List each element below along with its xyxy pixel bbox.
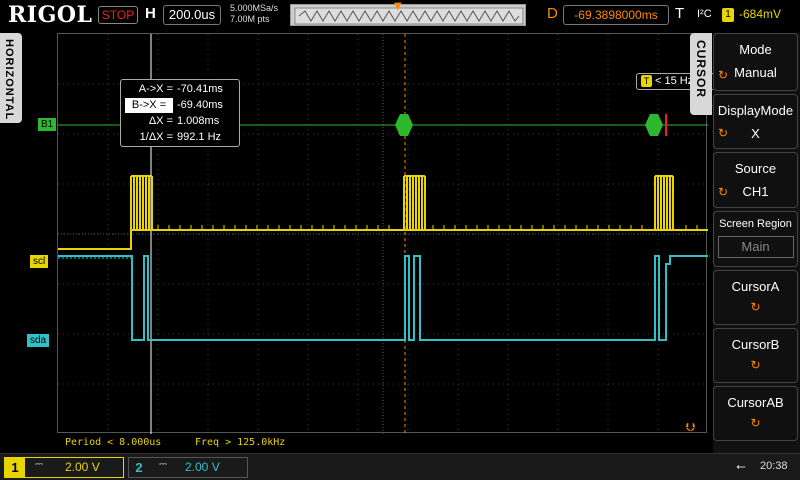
trigger-freq-value: < 15 Hz	[655, 75, 694, 87]
sda-marker[interactable]: sda	[27, 334, 50, 347]
dc-coupling-icon: ⎓	[35, 459, 43, 470]
ch2-settings[interactable]: 2 ⎓ 2.00 V	[128, 457, 248, 478]
channel-bar: 1 ⎓ 2.00 V 2 ⎓ 2.00 V ⭠ 20:38	[0, 453, 800, 480]
dc-coupling-icon: ⎓	[159, 459, 167, 470]
mode-softkey[interactable]: Mode Manual ↻	[713, 33, 798, 91]
memory-wave-icon	[294, 7, 524, 25]
horizontal-tab-label: HORIZONTAL	[3, 39, 15, 121]
screen-region-title: Screen Region	[719, 218, 792, 230]
screen-region-softkey[interactable]: Screen Region Main	[713, 211, 798, 267]
bus-b1-marker[interactable]: B1	[38, 118, 57, 131]
memory-depth: 7.00M pts	[230, 14, 270, 24]
trigger-type: I²C	[697, 8, 712, 20]
cursor-bx-value: -69.40ms	[177, 99, 223, 111]
knob-icon: ↻	[750, 416, 761, 430]
status-bar: RIGOL STOP H 200.0us 5.000MSa/s 7.00M pt…	[0, 0, 800, 30]
delay-value[interactable]: -69.3898000ms	[563, 5, 669, 25]
cursor-ab-softkey[interactable]: CursorAB ↻	[713, 386, 798, 441]
trigger-level-arrow-icon: ⮋	[686, 420, 695, 434]
cursor-readout-box: A->X = -70.41ms B->X = -69.40ms ΔX = 1.008m…	[120, 79, 240, 147]
horizontal-label: H	[145, 5, 156, 22]
source-title: Source	[734, 161, 777, 176]
cursor-a-label: CursorA	[731, 279, 780, 294]
display-mode-title: DisplayMode	[717, 103, 794, 118]
cursor-a-softkey[interactable]: CursorA ↻	[713, 270, 798, 325]
cursor-inv-label: 1/ΔX =	[139, 131, 173, 143]
freq-measurement: Freq > 125.0kHz	[195, 437, 286, 448]
system-clock: 20:38	[760, 460, 788, 472]
cursor-b-label: CursorB	[731, 337, 780, 352]
waveform-display[interactable]: ⮋ A->X = -70.41ms B->X = -69.40ms ΔX = 1.00…	[57, 33, 724, 434]
trigger-source: 1	[722, 8, 734, 22]
cursor-menu-tab[interactable]: CURSOR	[690, 33, 712, 115]
source-softkey[interactable]: Source CH1 ↻	[713, 152, 798, 208]
knob-icon: ↻	[718, 185, 729, 199]
trigger-label: T	[675, 5, 685, 22]
knob-icon: ↻	[750, 300, 761, 314]
cursor-ax-label: A->X =	[138, 83, 173, 95]
cursor-ax-value: -70.41ms	[177, 83, 223, 95]
ch1-number: 1	[5, 458, 25, 477]
run-stop-status[interactable]: STOP	[98, 6, 138, 24]
cursor-menu-title: CURSOR	[694, 40, 708, 99]
display-mode-softkey[interactable]: DisplayMode X ↻	[713, 94, 798, 149]
delay-label: D	[547, 5, 558, 22]
trigger-freq-source: T	[641, 75, 652, 87]
ch1-scale: 2.00 V	[65, 460, 100, 474]
ch1-bursts	[130, 175, 674, 230]
bus-packet-2	[395, 114, 413, 136]
cursor-inv-value: 992.1 Hz	[177, 131, 222, 143]
knob-icon: ↻	[718, 68, 729, 82]
period-measurement: Period < 8.000us	[65, 437, 162, 448]
cursor-b-softkey[interactable]: CursorB ↻	[713, 328, 798, 383]
cursor-ab-label: CursorAB	[727, 395, 784, 410]
sample-info: 5.000MSa/s 7.00M pts	[230, 3, 278, 25]
cursor-dx-label: ΔX =	[148, 115, 173, 127]
measurement-line: Period < 8.000us Freq > 125.0kHz	[57, 434, 707, 450]
scl-marker[interactable]: scl	[30, 255, 49, 268]
cursor-dx-value: 1.008ms	[177, 115, 220, 127]
cursor-bx-label: B->X =	[125, 98, 173, 113]
knob-icon: ↻	[718, 126, 729, 140]
screen-region-value: Main	[717, 236, 794, 258]
trigger-level[interactable]: -684mV	[739, 7, 781, 21]
knob-icon: ↻	[750, 358, 761, 372]
bus-packet-3	[645, 114, 663, 136]
ch2-number: 2	[135, 460, 143, 475]
usb-icon: ⭠	[736, 459, 746, 473]
softkey-menu: Mode Manual ↻ DisplayMode X ↻ Source CH1…	[713, 33, 800, 453]
mode-title: Mode	[739, 42, 772, 57]
sample-rate: 5.000MSa/s	[230, 3, 279, 13]
trigger-position-icon: ▼	[394, 1, 402, 12]
ch1-settings[interactable]: 1 ⎓ 2.00 V	[4, 457, 124, 478]
timebase-value[interactable]: 200.0us	[163, 5, 221, 25]
memory-position-bar[interactable]	[290, 4, 526, 26]
brand-logo: RIGOL	[8, 2, 93, 28]
ch2-scale: 2.00 V	[185, 460, 220, 474]
horizontal-tab[interactable]: HORIZONTAL	[0, 33, 22, 123]
